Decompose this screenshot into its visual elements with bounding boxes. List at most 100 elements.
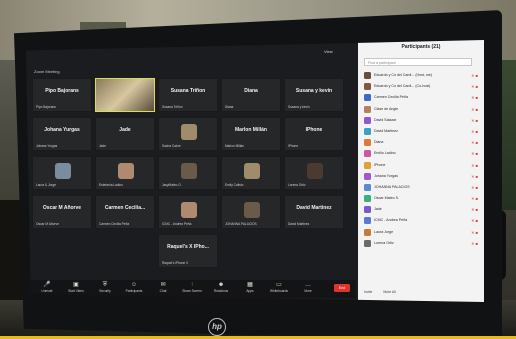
video-tile[interactable]: Raquel's X IPho... Raquel's iPhone X bbox=[158, 234, 218, 268]
tile-label: Carmen Cecilia Peña bbox=[99, 222, 130, 226]
toolbar-label: Chat bbox=[159, 289, 167, 293]
participant-row[interactable]: JOHANNA PALACIOS ✕ ■ bbox=[362, 182, 480, 193]
participant-row[interactable]: Jade ✕ ■ bbox=[362, 204, 480, 215]
video-tile[interactable]: Laura & Jorge bbox=[32, 156, 92, 190]
video-tile[interactable]: Johana Yurgas Johana Yurgas bbox=[32, 117, 92, 151]
avatar bbox=[55, 163, 71, 179]
toolbar-icon: ▦ bbox=[247, 282, 253, 288]
tile-label: Estefanía Ladino bbox=[99, 183, 123, 187]
video-tile[interactable]: Diana Diana bbox=[221, 78, 281, 112]
tile-label: Susana y kevin bbox=[288, 105, 310, 109]
participant-row[interactable]: Diana ✕ ■ bbox=[362, 137, 480, 148]
toolbar-item[interactable]: ▣ Start Video bbox=[65, 282, 87, 293]
participant-name: Eduardo y Co del Cardi... (Host, me) bbox=[374, 73, 433, 77]
participant-row[interactable]: Eduardo y Co del Cardi... (Co-host) ✕ ■ bbox=[362, 81, 480, 92]
muted-icon: ✕ ■ bbox=[471, 140, 478, 146]
participant-row[interactable]: Laura Jorge ✕ ■ bbox=[362, 227, 480, 238]
view-button[interactable]: View bbox=[324, 48, 346, 56]
video-grid: Pipo Bajorans Pipo Bajorans Susana Triñon S… bbox=[32, 78, 348, 274]
tile-label: Susana Triñon bbox=[162, 105, 183, 109]
toolbar-label: More bbox=[304, 289, 312, 293]
participants-footer: Invite Mute All bbox=[364, 290, 476, 298]
participant-row[interactable]: ICMC - Andrea Peña ✕ ■ bbox=[362, 215, 480, 226]
tile-label: JOHANNA PALACIOS bbox=[225, 222, 257, 226]
muted-icon: ✕ ■ bbox=[471, 95, 478, 101]
avatar bbox=[364, 228, 371, 236]
toolbar-item[interactable]: … More bbox=[297, 282, 319, 293]
participant-row[interactable]: Emilio Ladino ✕ ■ bbox=[362, 148, 480, 159]
hp-logo-icon: hp bbox=[208, 318, 226, 336]
toolbar-item[interactable]: ▭ Whiteboards bbox=[268, 282, 290, 293]
participant-name: Lorena Ortiz bbox=[374, 240, 394, 245]
video-tile[interactable]: Susana Triñon Susana Triñon bbox=[158, 78, 218, 112]
participant-row[interactable]: David Martinez ✕ ■ bbox=[362, 126, 480, 137]
toolbar-icon: … bbox=[305, 282, 311, 288]
tile-label: Raquel's iPhone X bbox=[162, 261, 189, 265]
tile-name: Marlon Millán bbox=[235, 127, 267, 133]
toolbar-icon: ▣ bbox=[73, 282, 79, 288]
participant-search-input[interactable]: Find a participant bbox=[364, 58, 472, 66]
end-button[interactable]: End bbox=[334, 284, 350, 292]
avatar bbox=[118, 163, 134, 179]
tile-name: Jade bbox=[119, 127, 131, 133]
participant-row[interactable]: IPhone ✕ ■ bbox=[362, 160, 480, 171]
participant-row[interactable]: Carmen Cecilia Peña ✕ ■ bbox=[362, 92, 480, 103]
video-tile[interactable]: Sacha Cabre bbox=[158, 117, 218, 151]
participant-row[interactable]: Clase de Angie ✕ ■ bbox=[362, 104, 480, 115]
tile-label: Diana bbox=[225, 105, 234, 109]
participant-name: Laura Jorge bbox=[374, 229, 394, 234]
video-tile[interactable]: JasyMateo O. bbox=[158, 156, 218, 190]
video-tile[interactable]: Marlon Millán Marlon Millán bbox=[221, 117, 281, 151]
toolbar-icon: ☺ bbox=[130, 282, 138, 288]
toolbar-item[interactable]: ▦ Apps bbox=[239, 282, 261, 293]
video-tile[interactable]: Jade Jade bbox=[95, 117, 155, 151]
tile-label: Marlon Millán bbox=[225, 144, 244, 148]
video-tile[interactable]: JOHANNA PALACIOS bbox=[221, 195, 281, 229]
toolbar-icon: ↑ bbox=[190, 282, 194, 288]
video-tile[interactable]: Estefanía Ladino bbox=[95, 156, 155, 190]
video-tile[interactable]: ICMC - Andrea Peña bbox=[158, 195, 218, 229]
invite-button[interactable]: Invite bbox=[364, 290, 372, 294]
tile-name: Carmen Cecilia... bbox=[104, 205, 146, 211]
muted-icon: ✕ ■ bbox=[471, 106, 478, 112]
tile-name: Raquel's X IPho... bbox=[167, 244, 209, 250]
participants-panel: Participants (21) Find a participant Edu… bbox=[358, 40, 484, 302]
toolbar-item[interactable]: ☻ Reactions bbox=[210, 282, 232, 293]
avatar bbox=[244, 202, 260, 218]
toolbar-item[interactable]: ⛨ Security bbox=[94, 282, 116, 293]
avatar bbox=[307, 163, 323, 179]
muted-icon: ✕ ■ bbox=[471, 84, 478, 90]
video-tile[interactable] bbox=[95, 78, 155, 112]
toolbar-item[interactable]: 🎤 Unmute bbox=[36, 282, 58, 293]
participant-row[interactable]: Johana Yurgas ✕ ■ bbox=[362, 171, 480, 182]
video-tile[interactable]: Susana y kevin Susana y kevin bbox=[284, 78, 344, 112]
participant-name: David Salazar bbox=[374, 117, 397, 122]
video-tile[interactable]: Carmen Cecilia... Carmen Cecilia Peña bbox=[95, 195, 155, 229]
toolbar-label: Participants bbox=[125, 289, 143, 293]
participant-row[interactable]: David Salazar ✕ ■ bbox=[362, 115, 480, 126]
video-tile[interactable]: Oscar M Añorve Oscar M Añorve bbox=[32, 195, 92, 229]
avatar bbox=[364, 217, 371, 225]
tile-label: Laura & Jorge bbox=[36, 183, 57, 187]
muted-icon: ✕ ■ bbox=[471, 196, 478, 202]
mute-all-button[interactable]: Mute All bbox=[383, 290, 395, 294]
toolbar-item[interactable]: ✉ Chat bbox=[152, 282, 174, 293]
video-tile[interactable]: Pipo Bajorans Pipo Bajorans bbox=[32, 78, 92, 112]
avatar bbox=[364, 150, 371, 158]
participant-row[interactable]: Eduardo y Co del Cardi... (Host, me) ✕ ■ bbox=[362, 70, 480, 81]
avatar bbox=[244, 163, 260, 179]
participant-list: Eduardo y Co del Cardi... (Host, me) ✕ ■ E… bbox=[362, 70, 480, 249]
participant-row[interactable]: Lorena Ortiz ✕ ■ bbox=[362, 238, 480, 249]
video-tile[interactable]: David Martinez David Martinez bbox=[284, 195, 344, 229]
video-tile[interactable]: Lorena Ortiz bbox=[284, 156, 344, 190]
toolbar-item[interactable]: ☺ Participants bbox=[123, 282, 145, 293]
video-tile[interactable]: IPhone IPhone bbox=[284, 117, 344, 151]
participant-name: Johana Yurgas bbox=[374, 173, 398, 178]
participant-row[interactable]: Oscar Mateo S. ✕ ■ bbox=[362, 193, 480, 204]
tile-label: Johana Yurgas bbox=[36, 144, 58, 148]
video-tile[interactable]: Emily Calisto bbox=[221, 156, 281, 190]
tile-name: Susana Triñon bbox=[170, 88, 206, 94]
avatar bbox=[364, 105, 371, 113]
toolbar-label: Share Screen bbox=[182, 289, 202, 293]
toolbar-item[interactable]: ↑ Share Screen bbox=[181, 282, 203, 293]
